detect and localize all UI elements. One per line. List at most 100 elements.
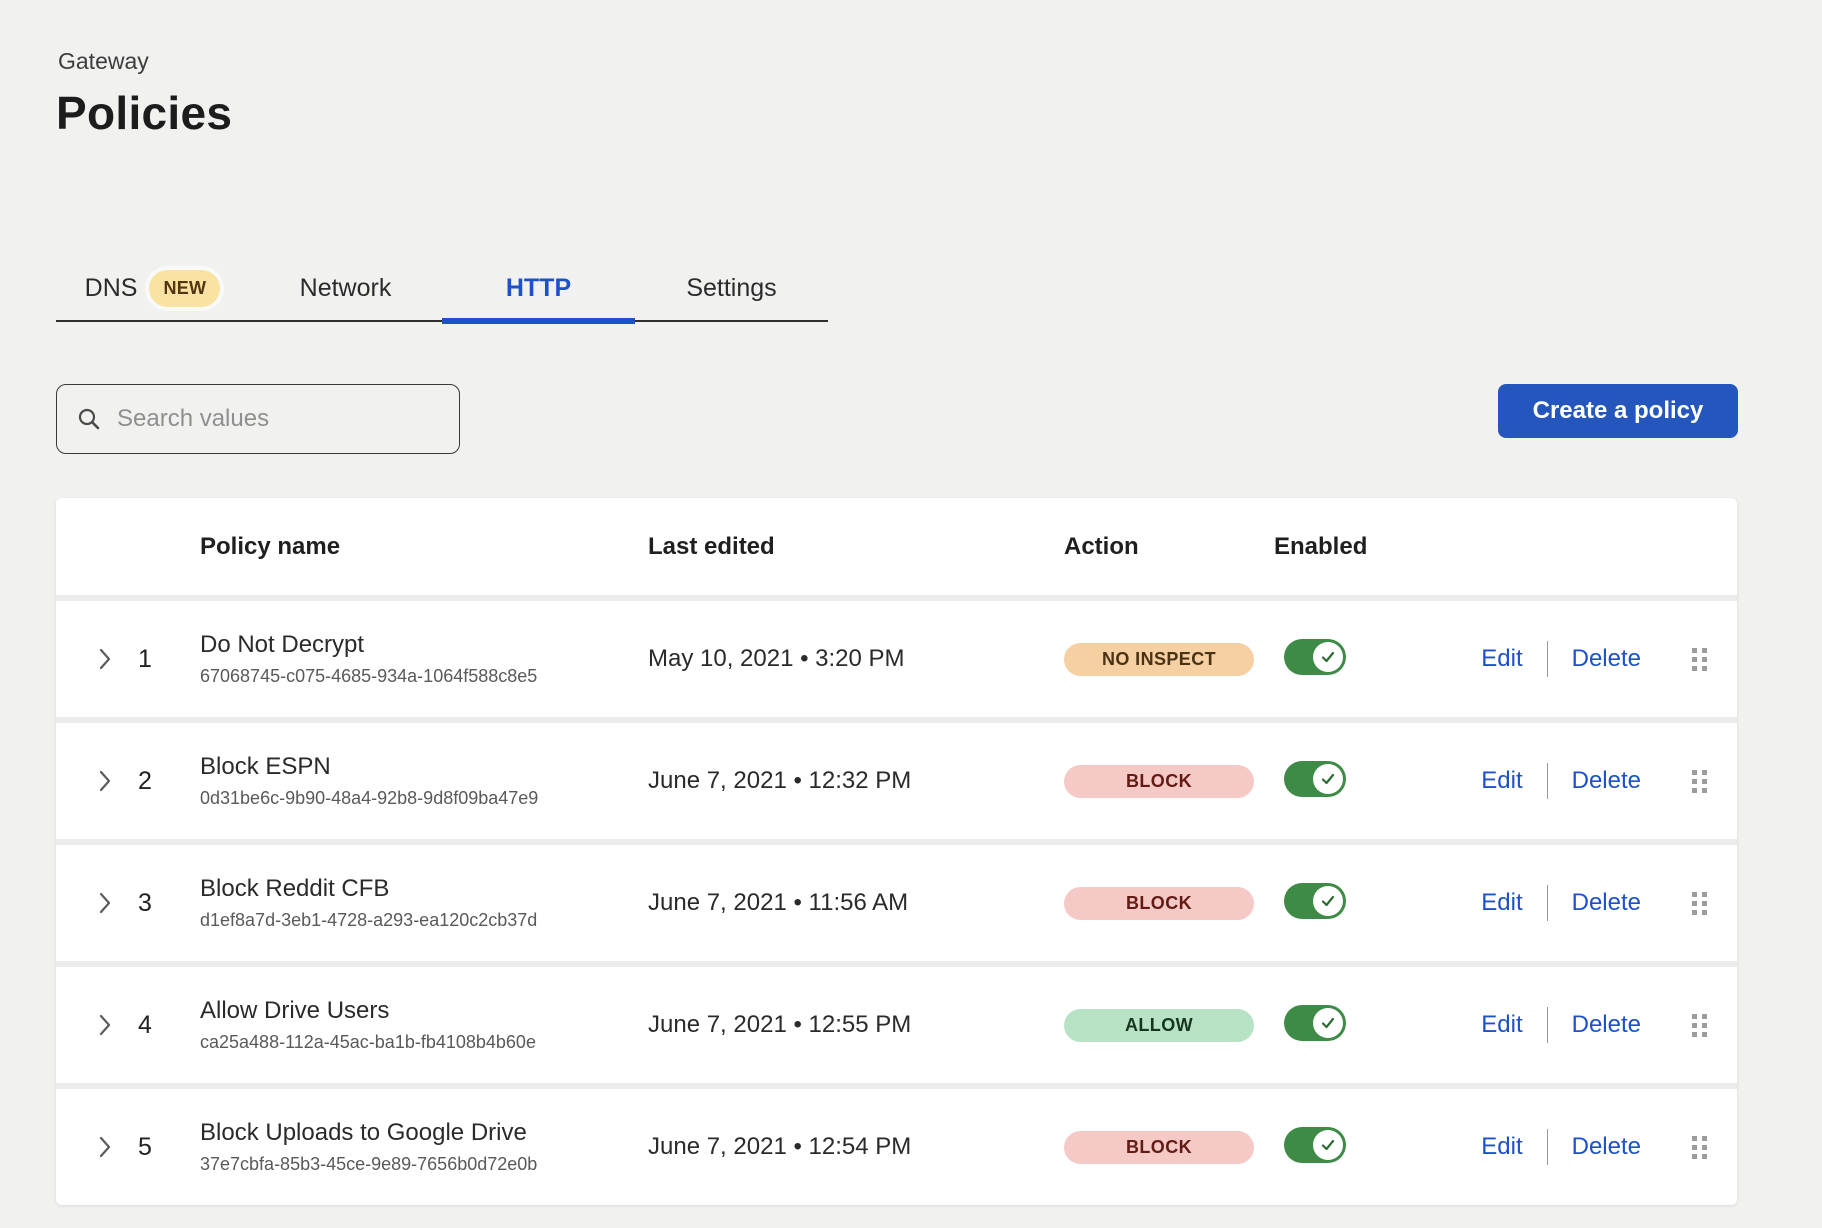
drag-handle-icon[interactable]	[1692, 648, 1707, 671]
policies-table: Policy name Last edited Action Enabled 1…	[56, 498, 1737, 1205]
enabled-cell	[1274, 1127, 1446, 1168]
divider	[1547, 1007, 1548, 1043]
policy-name: Block ESPN	[200, 753, 648, 781]
policy-uuid: 0d31be6c-9b90-48a4-92b8-9d8f09ba47e9	[200, 788, 648, 809]
row-actions: Edit Delete	[1446, 1129, 1641, 1165]
table-header-row: Policy name Last edited Action Enabled	[56, 498, 1737, 595]
delete-link[interactable]: Delete	[1572, 767, 1641, 795]
create-policy-button[interactable]: Create a policy	[1498, 384, 1738, 438]
column-header-enabled: Enabled	[1274, 533, 1446, 561]
policy-name: Do Not Decrypt	[200, 631, 648, 659]
row-actions: Edit Delete	[1446, 763, 1641, 799]
action-cell: NO INSPECT	[1064, 643, 1274, 676]
policy-name-cell: Block ESPN 0d31be6c-9b90-48a4-92b8-9d8f0…	[200, 753, 648, 809]
policy-uuid: 37e7cbfa-85b3-45ce-9e89-7656b0d72e0b	[200, 1154, 648, 1175]
tab-label: Network	[300, 274, 392, 303]
divider	[1547, 1129, 1548, 1165]
divider	[1547, 641, 1548, 677]
new-badge: NEW	[149, 270, 220, 307]
toggle-knob	[1313, 1008, 1343, 1038]
tab-label: HTTP	[506, 274, 571, 303]
action-badge: BLOCK	[1064, 1131, 1254, 1164]
delete-link[interactable]: Delete	[1572, 1133, 1641, 1161]
check-icon	[1320, 771, 1336, 787]
action-cell: BLOCK	[1064, 1131, 1274, 1164]
edit-link[interactable]: Edit	[1481, 1011, 1522, 1039]
check-icon	[1320, 893, 1336, 909]
drag-handle-icon[interactable]	[1692, 1136, 1707, 1159]
table-row: 1 Do Not Decrypt 67068745-c075-4685-934a…	[56, 601, 1737, 717]
edit-link[interactable]: Edit	[1481, 645, 1522, 673]
edit-link[interactable]: Edit	[1481, 1133, 1522, 1161]
toggle-knob	[1313, 1130, 1343, 1160]
row-index: 2	[138, 767, 200, 796]
enabled-cell	[1274, 761, 1446, 802]
enabled-toggle[interactable]	[1284, 1127, 1346, 1163]
toggle-knob	[1313, 886, 1343, 916]
table-row: 3 Block Reddit CFB d1ef8a7d-3eb1-4728-a2…	[56, 845, 1737, 961]
toggle-knob	[1313, 764, 1343, 794]
drag-handle-icon[interactable]	[1692, 1014, 1707, 1037]
chevron-right-icon[interactable]	[98, 647, 138, 671]
edit-link[interactable]: Edit	[1481, 767, 1522, 795]
table-row: 4 Allow Drive Users ca25a488-112a-45ac-b…	[56, 967, 1737, 1083]
last-edited: June 7, 2021 • 12:54 PM	[648, 1133, 1064, 1161]
policy-name-cell: Block Reddit CFB d1ef8a7d-3eb1-4728-a293…	[200, 875, 648, 931]
search-icon	[77, 407, 101, 431]
policy-name: Allow Drive Users	[200, 997, 648, 1025]
edit-link[interactable]: Edit	[1481, 889, 1522, 917]
action-badge: NO INSPECT	[1064, 643, 1254, 676]
tab-dns[interactable]: DNS NEW	[56, 256, 249, 320]
column-header-last-edited: Last edited	[648, 533, 1064, 561]
delete-link[interactable]: Delete	[1572, 889, 1641, 917]
check-icon	[1320, 649, 1336, 665]
enabled-cell	[1274, 883, 1446, 924]
enabled-toggle[interactable]	[1284, 761, 1346, 797]
chevron-right-icon[interactable]	[98, 769, 138, 793]
check-icon	[1320, 1015, 1336, 1031]
chevron-right-icon[interactable]	[98, 891, 138, 915]
policy-uuid: d1ef8a7d-3eb1-4728-a293-ea120c2cb37d	[200, 910, 648, 931]
action-cell: ALLOW	[1064, 1009, 1274, 1042]
table-body: 1 Do Not Decrypt 67068745-c075-4685-934a…	[56, 601, 1737, 1205]
tab-settings[interactable]: Settings	[635, 256, 828, 320]
action-badge: BLOCK	[1064, 887, 1254, 920]
enabled-toggle[interactable]	[1284, 639, 1346, 675]
tab-label: DNS	[85, 274, 138, 303]
row-index: 5	[138, 1133, 200, 1162]
policy-uuid: 67068745-c075-4685-934a-1064f588c8e5	[200, 666, 648, 687]
policy-name-cell: Do Not Decrypt 67068745-c075-4685-934a-1…	[200, 631, 648, 687]
policy-name: Block Reddit CFB	[200, 875, 648, 903]
action-badge: ALLOW	[1064, 1009, 1254, 1042]
table-row: 2 Block ESPN 0d31be6c-9b90-48a4-92b8-9d8…	[56, 723, 1737, 839]
tab-http[interactable]: HTTP	[442, 256, 635, 320]
check-icon	[1320, 1137, 1336, 1153]
drag-handle-icon[interactable]	[1692, 770, 1707, 793]
column-header-policy-name: Policy name	[200, 533, 648, 561]
column-header-action: Action	[1064, 533, 1274, 561]
row-actions: Edit Delete	[1446, 1007, 1641, 1043]
toggle-knob	[1313, 642, 1343, 672]
chevron-right-icon[interactable]	[98, 1135, 138, 1159]
action-cell: BLOCK	[1064, 887, 1274, 920]
tab-bar: DNS NEW Network HTTP Settings	[56, 256, 828, 322]
tab-network[interactable]: Network	[249, 256, 442, 320]
action-cell: BLOCK	[1064, 765, 1274, 798]
last-edited: May 10, 2021 • 3:20 PM	[648, 645, 1064, 673]
delete-link[interactable]: Delete	[1572, 645, 1641, 673]
drag-handle-icon[interactable]	[1692, 892, 1707, 915]
enabled-toggle[interactable]	[1284, 883, 1346, 919]
chevron-right-icon[interactable]	[98, 1013, 138, 1037]
enabled-cell	[1274, 639, 1446, 680]
page-title: Policies	[56, 86, 232, 140]
table-row: 5 Block Uploads to Google Drive 37e7cbfa…	[56, 1089, 1737, 1205]
search-box[interactable]	[56, 384, 460, 454]
divider	[1547, 885, 1548, 921]
breadcrumb[interactable]: Gateway	[58, 48, 149, 75]
last-edited: June 7, 2021 • 12:32 PM	[648, 767, 1064, 795]
row-index: 3	[138, 889, 200, 918]
search-input[interactable]	[117, 405, 439, 433]
enabled-toggle[interactable]	[1284, 1005, 1346, 1041]
delete-link[interactable]: Delete	[1572, 1011, 1641, 1039]
row-index: 1	[138, 645, 200, 674]
